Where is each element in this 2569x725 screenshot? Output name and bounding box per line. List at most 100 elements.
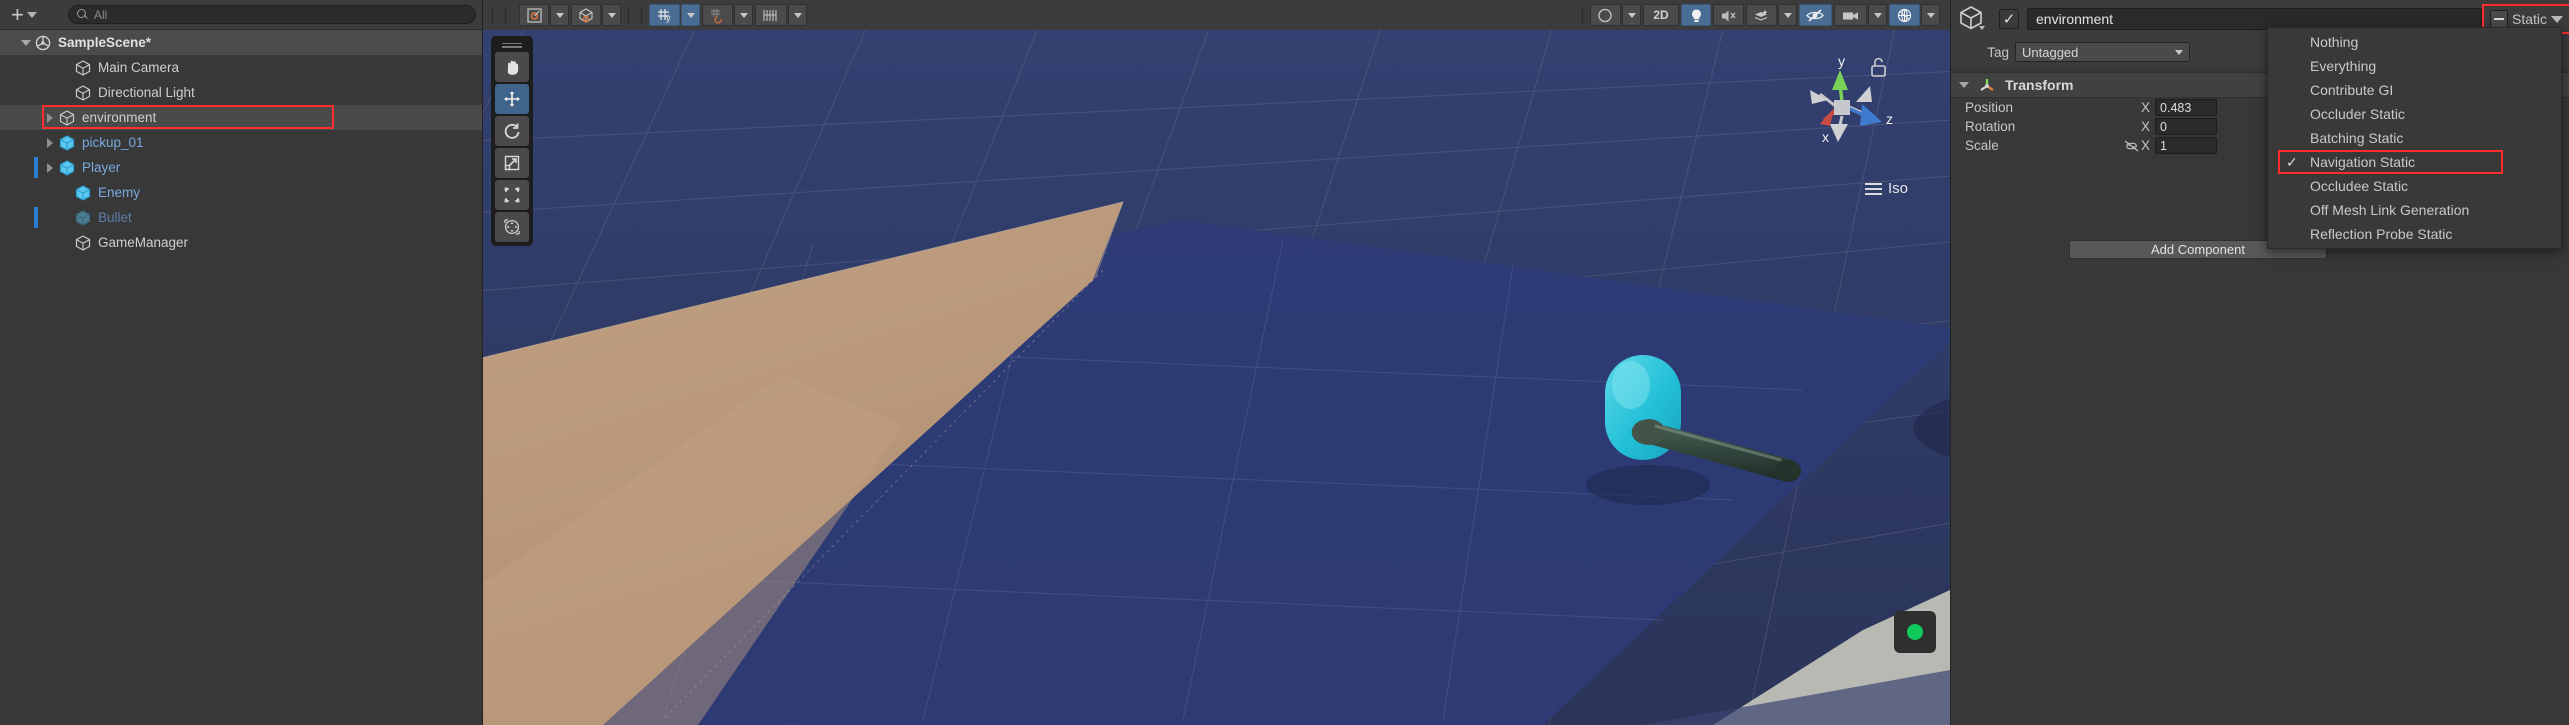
hierarchy-item-directional-light[interactable]: Directional Light [0,80,482,105]
scene-orientation-gizmo[interactable]: x y z [1790,46,1910,176]
hierarchy-item-enemy[interactable]: Enemy [0,180,482,205]
property-label: Rotation [1965,119,2016,134]
scene-lighting-button[interactable] [1681,4,1711,26]
toolbar-divider [628,6,629,24]
gizmos-button[interactable] [1889,4,1920,26]
scene-camera-button[interactable] [1834,4,1867,26]
axis-label: X [2141,100,2151,115]
transform-title: Transform [2005,77,2074,93]
static-menu-item-nothing[interactable]: Nothing [2268,30,2561,54]
vertex-snap-dropdown[interactable] [734,4,753,26]
scene-status-indicator[interactable] [1894,611,1936,653]
grid-snap-dropdown[interactable] [681,4,700,26]
expand-arrow-icon[interactable] [42,163,58,173]
axis-value-field[interactable]: 1 [2155,137,2218,154]
scene-tool-palette [491,36,533,246]
static-menu-item-label: Batching Static [2310,130,2404,146]
grid-snap-group: y [649,4,700,26]
toolbar-divider [641,6,642,24]
hierarchy-item-bullet[interactable]: Bullet [0,205,482,230]
chevron-down-icon [555,12,564,18]
prefab-cube-icon [58,134,76,152]
tag-label: Tag [1987,44,2009,60]
hierarchy-item-main-camera[interactable]: Main Camera [0,55,482,80]
hierarchy-search-input[interactable]: All [67,5,476,24]
chevron-down-icon [1926,12,1935,18]
scene-camera-group [1834,4,1887,26]
scene-fx-button[interactable] [1746,4,1777,26]
hierarchy-item-gamemanager[interactable]: GameManager [0,230,482,255]
axis-value-field[interactable]: 0.483 [2155,99,2218,116]
gizmo-lock-icon [1871,57,1886,77]
hierarchy-item-label: Player [82,160,121,175]
scene-viewport[interactable]: x y z Iso [483,30,1950,725]
axis-value-field[interactable]: 0 [2155,118,2218,135]
gameobject-enabled-checkbox[interactable]: ✓ [1999,9,2019,29]
vertex-snap-button[interactable] [702,4,733,26]
chevron-down-icon [2175,49,2183,55]
scale-tool[interactable] [495,148,529,178]
hierarchy-search-placeholder: All [93,7,108,22]
property-label: Scale [1965,138,1999,153]
constrain-proportions-icon[interactable] [2121,139,2141,153]
hierarchy-item-player[interactable]: Player [0,155,482,180]
static-menu-item-everything[interactable]: Everything [2268,54,2561,78]
svg-text:y: y [666,13,671,23]
hierarchy-item-label: environment [82,110,157,125]
static-menu-item-reflection-probe-static[interactable]: Reflection Probe Static [2268,222,2561,246]
move-tool[interactable] [495,84,529,114]
static-flags-dropdown-menu[interactable]: Nothing Everything Contribute GI Occluder S… [2267,27,2562,249]
grid-size-dropdown[interactable] [788,4,807,26]
hierarchy-toolbar: + All [0,0,482,30]
gizmos-dropdown[interactable] [1921,4,1940,26]
gizmo-x-label: x [1822,129,1829,145]
grid-snap-button[interactable]: y [649,4,680,26]
prefab-cube-dim-icon [74,209,92,227]
static-menu-item-contribute-gi[interactable]: Contribute GI [2268,78,2561,102]
gameobject-cube-icon [58,109,76,127]
tag-value: Untagged [2022,44,2079,60]
hidden-objects-button[interactable] [1799,4,1832,26]
scene-audio-button[interactable] [1713,4,1744,26]
transform-tool[interactable] [495,212,529,242]
handle-space-dropdown[interactable] [602,4,621,26]
draw-mode-dropdown[interactable] [1622,4,1641,26]
static-menu-item-occludee-static[interactable]: Occludee Static [2268,174,2561,198]
hand-tool[interactable] [495,52,529,82]
scene-fx-dropdown[interactable] [1778,4,1797,26]
static-menu-item-batching-static[interactable]: Batching Static [2268,126,2561,150]
tag-dropdown[interactable]: Untagged [2015,42,2190,62]
foldout-arrow-icon[interactable] [1959,82,1969,88]
rotate-tool[interactable] [495,116,529,146]
rect-transform-tool[interactable] [495,180,529,210]
scene-projection-toggle[interactable]: Iso [1864,180,1908,197]
pivot-mode-button[interactable] [519,4,549,26]
palette-grip-handle[interactable] [495,40,529,50]
hierarchy-item-environment[interactable]: environment [0,105,482,130]
handle-space-button[interactable] [571,4,601,26]
scene-camera-dropdown[interactable] [1868,4,1887,26]
hierarchy-tree: SampleScene* Main Camera Directional Light… [0,30,482,255]
static-menu-item-navigation-static[interactable]: ✓ Navigation Static [2268,150,2561,174]
grid-size-button[interactable] [755,4,787,26]
prefab-cube-icon [74,184,92,202]
hierarchy-item-pickup-01[interactable]: pickup_01 [0,130,482,155]
static-menu-item-label: Occluder Static [2310,106,2405,122]
expand-arrow-icon[interactable] [42,138,58,148]
draw-mode-button[interactable] [1590,4,1621,26]
pivot-mode-dropdown[interactable] [550,4,569,26]
gameobject-name-value: environment [2036,11,2114,27]
expand-arrow-icon[interactable] [18,40,34,46]
gizmo-y-label: y [1838,53,1845,69]
toggle-2d-button[interactable]: 2D [1643,4,1679,26]
static-menu-item-off-mesh-link-generation[interactable]: Off Mesh Link Generation [2268,198,2561,222]
create-gameobject-button[interactable]: + [6,3,42,25]
static-dropdown-arrow[interactable] [2551,15,2563,23]
expand-arrow-icon[interactable] [42,113,58,123]
chevron-down-icon [1783,12,1792,18]
toolbar-divider [492,6,493,24]
green-status-dot [1907,624,1923,640]
static-mixed-checkbox[interactable] [2489,10,2508,28]
static-menu-item-occluder-static[interactable]: Occluder Static [2268,102,2561,126]
hierarchy-scene-row[interactable]: SampleScene* [0,30,482,55]
